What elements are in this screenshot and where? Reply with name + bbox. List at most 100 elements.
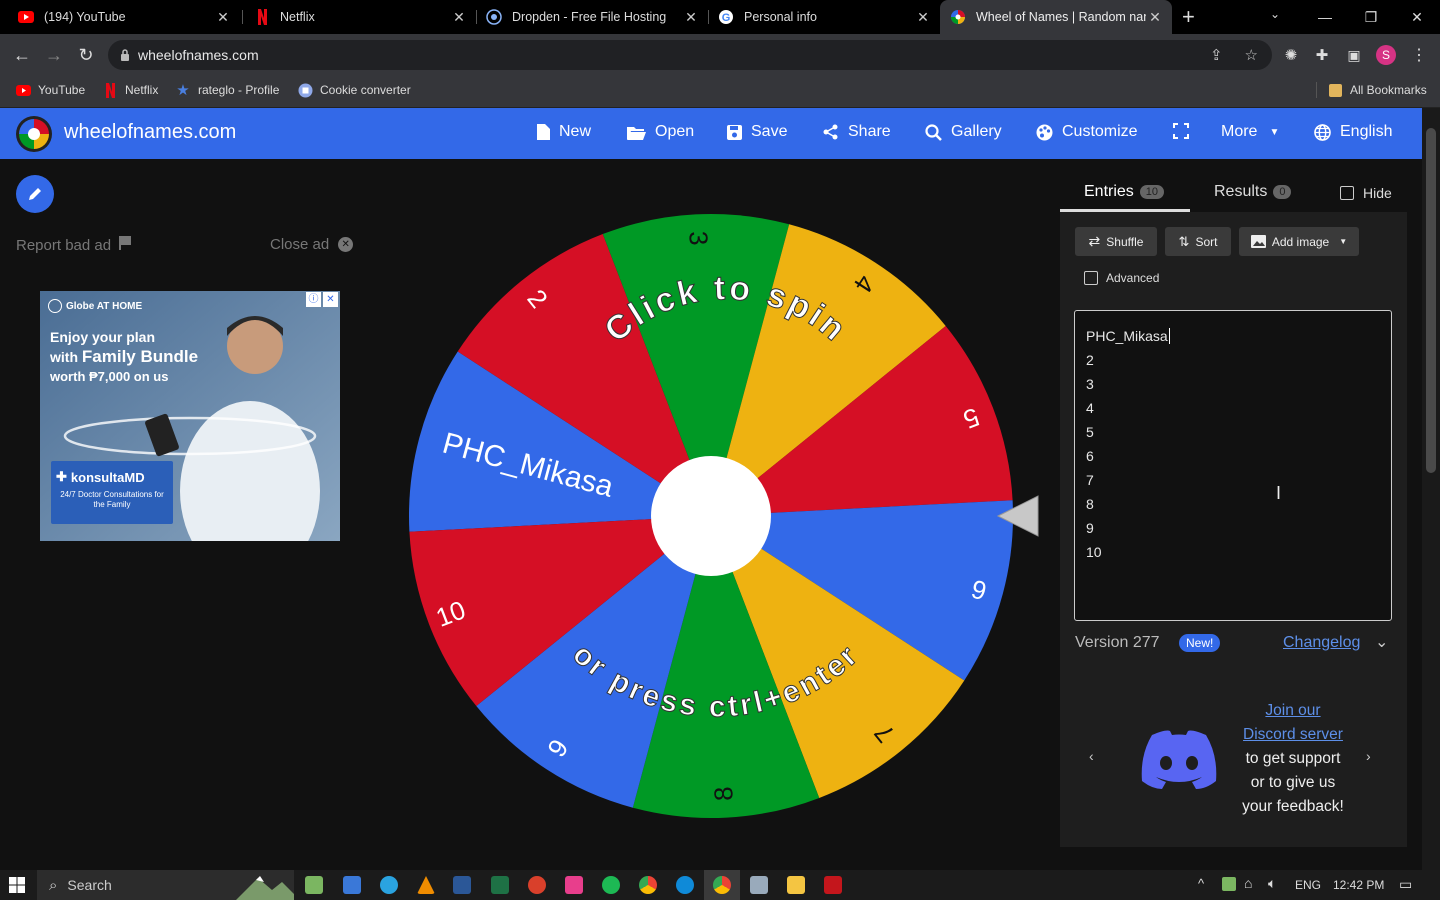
tab-youtube[interactable]: (194) YouTube ✕ xyxy=(8,0,240,34)
sort-label: Sort xyxy=(1195,234,1218,249)
menu-language[interactable]: English xyxy=(1314,123,1392,141)
side-panel-icon[interactable]: ▣ xyxy=(1342,43,1366,67)
menu-gallery[interactable]: Gallery xyxy=(925,123,1002,141)
menu-more[interactable]: More ▼ xyxy=(1221,123,1279,141)
back-arrow-icon[interactable]: ← xyxy=(10,43,34,67)
tray-chevron-icon[interactable]: ^ xyxy=(1198,876,1204,891)
omnibox[interactable]: wheelofnames.com ⇪ ☆ xyxy=(108,40,1272,70)
sort-button[interactable]: ⇅ Sort xyxy=(1165,227,1231,256)
close-icon[interactable]: ✕ xyxy=(914,9,932,26)
discord-link-line2[interactable]: Discord server xyxy=(1234,723,1352,747)
edit-pencil-button[interactable] xyxy=(16,175,54,213)
entries-textarea[interactable]: PHC_Mikasa 2 3 4 5 6 7 8 9 10 I xyxy=(1074,310,1392,621)
hide-checkbox[interactable]: Hide xyxy=(1340,185,1392,201)
bookmark-rateglo[interactable]: ★ rateglo - Profile xyxy=(175,82,280,99)
spin-wheel[interactable]: PHC_Mikasa2345678910 Click to spin or pr… xyxy=(406,210,1046,822)
acrobat-icon[interactable] xyxy=(824,876,842,894)
taskbar-app-icon[interactable] xyxy=(305,876,323,894)
new-tab-button[interactable]: + xyxy=(1182,4,1195,30)
bookmark-cookie-converter[interactable]: Cookie converter xyxy=(297,82,411,98)
tab-wheel-of-names[interactable]: Wheel of Names | Random nan ✕ xyxy=(940,0,1172,34)
close-icon[interactable]: ✕ xyxy=(682,9,700,26)
advanced-checkbox[interactable]: Advanced xyxy=(1084,271,1159,285)
menu-save[interactable]: Save xyxy=(727,123,787,141)
edge-icon[interactable] xyxy=(676,876,694,894)
close-icon[interactable]: ✕ xyxy=(214,9,232,26)
volume-icon[interactable]: 🔈︎ xyxy=(1268,875,1276,892)
bookmark-label: Netflix xyxy=(125,83,159,97)
advertisement-banner[interactable]: Globe AT HOME Enjoy your plan with Famil… xyxy=(40,291,340,541)
tray-app-icon[interactable] xyxy=(1222,877,1236,891)
calendar-app-icon[interactable] xyxy=(343,876,361,894)
telegram-icon[interactable] xyxy=(380,876,398,894)
minimize-icon[interactable]: — xyxy=(1302,0,1348,34)
app-icon-red[interactable] xyxy=(528,876,546,894)
changelog-link[interactable]: Changelog xyxy=(1283,634,1360,652)
add-image-button[interactable]: Add image ▼ xyxy=(1239,227,1359,256)
chevron-down-icon[interactable]: ⌄ xyxy=(1375,632,1388,652)
list-item: 6 xyxy=(1086,448,1094,464)
tab-netflix[interactable]: Netflix ✕ xyxy=(244,0,476,34)
forward-arrow-icon[interactable]: → xyxy=(42,43,66,67)
tab-results[interactable]: Results 0 xyxy=(1214,183,1292,201)
site-name[interactable]: wheelofnames.com xyxy=(64,121,236,144)
vlc-icon[interactable] xyxy=(417,876,435,894)
taskbar-search-label: Search xyxy=(67,877,112,893)
menu-share[interactable]: Share xyxy=(823,123,891,141)
hide-label: Hide xyxy=(1363,185,1392,201)
menu-open[interactable]: Open xyxy=(627,123,694,141)
carousel-next-icon[interactable]: › xyxy=(1366,748,1371,764)
shuffle-button[interactable]: ⇄ Shuffle xyxy=(1075,227,1157,256)
all-bookmarks[interactable]: All Bookmarks xyxy=(1316,82,1427,98)
share-page-icon[interactable]: ⇪ xyxy=(1210,46,1223,64)
scrollbar-thumb[interactable] xyxy=(1426,128,1436,473)
close-icon[interactable]: ✕ xyxy=(1146,9,1164,26)
adchoices-icon[interactable]: ⓘ xyxy=(306,292,321,307)
menu-new[interactable]: New xyxy=(537,123,591,141)
taskbar-search-box[interactable]: ⌕ Search xyxy=(37,870,294,900)
reload-icon[interactable]: ↻ xyxy=(74,43,98,67)
fullscreen-button[interactable] xyxy=(1173,123,1198,139)
close-icon[interactable]: ✕ xyxy=(450,9,468,26)
spotify-icon[interactable] xyxy=(602,876,620,894)
restore-icon[interactable]: ❐ xyxy=(1348,0,1394,34)
file-explorer-icon[interactable] xyxy=(787,876,805,894)
bookmark-star-icon[interactable]: ☆ xyxy=(1245,46,1258,64)
report-bad-ad[interactable]: Report bad ad xyxy=(16,236,132,254)
profile-avatar[interactable]: S xyxy=(1376,45,1396,65)
extensions-puzzle-icon[interactable]: ✚ xyxy=(1310,43,1334,67)
tab-entries[interactable]: Entries 10 xyxy=(1084,183,1165,201)
language-indicator[interactable]: ENG xyxy=(1295,878,1321,892)
wheel-center[interactable] xyxy=(651,456,771,576)
list-item: PHC_Mikasa xyxy=(1086,328,1170,344)
notifications-icon[interactable]: ▭ xyxy=(1399,876,1412,893)
tab-search-icon[interactable]: ⌄ xyxy=(1270,7,1280,21)
chrome-active-icon[interactable] xyxy=(713,876,731,894)
list-item: 4 xyxy=(1086,400,1094,416)
extension-cookie-icon[interactable]: ✺ xyxy=(1279,43,1303,67)
discord-link-line1[interactable]: Join our xyxy=(1234,699,1352,723)
ad-close-icon[interactable]: ✕ xyxy=(323,292,338,307)
ad-line3: worth ₱7,000 on us xyxy=(50,369,169,384)
chrome-icon[interactable] xyxy=(639,876,657,894)
site-logo-icon[interactable] xyxy=(15,115,53,153)
excel-icon[interactable] xyxy=(491,876,509,894)
clock[interactable]: 12:42 PM xyxy=(1333,878,1384,892)
bookmark-label: rateglo - Profile xyxy=(198,83,280,97)
page-scrollbar[interactable] xyxy=(1422,108,1440,870)
windows-start-icon[interactable] xyxy=(9,877,25,898)
word-icon[interactable] xyxy=(453,876,471,894)
app-icon-pink[interactable] xyxy=(565,876,583,894)
tab-dropden[interactable]: Dropden - Free File Hosting ✕ xyxy=(476,0,708,34)
carousel-prev-icon[interactable]: ‹ xyxy=(1089,748,1094,764)
bookmark-netflix[interactable]: Netflix xyxy=(102,82,158,98)
browser-menu-icon[interactable]: ⋮ xyxy=(1407,43,1431,67)
bookmark-youtube[interactable]: YouTube xyxy=(15,82,85,98)
notepad-icon[interactable] xyxy=(750,876,768,894)
network-icon[interactable]: ⌂ xyxy=(1244,875,1252,891)
menu-customize[interactable]: Customize xyxy=(1036,123,1138,141)
close-ad[interactable]: Close ad ✕ xyxy=(270,236,354,253)
tab-personal-info[interactable]: G Personal info ✕ xyxy=(708,0,940,34)
window-close-icon[interactable]: ✕ xyxy=(1394,0,1440,34)
menu-gallery-label: Gallery xyxy=(951,123,1002,140)
